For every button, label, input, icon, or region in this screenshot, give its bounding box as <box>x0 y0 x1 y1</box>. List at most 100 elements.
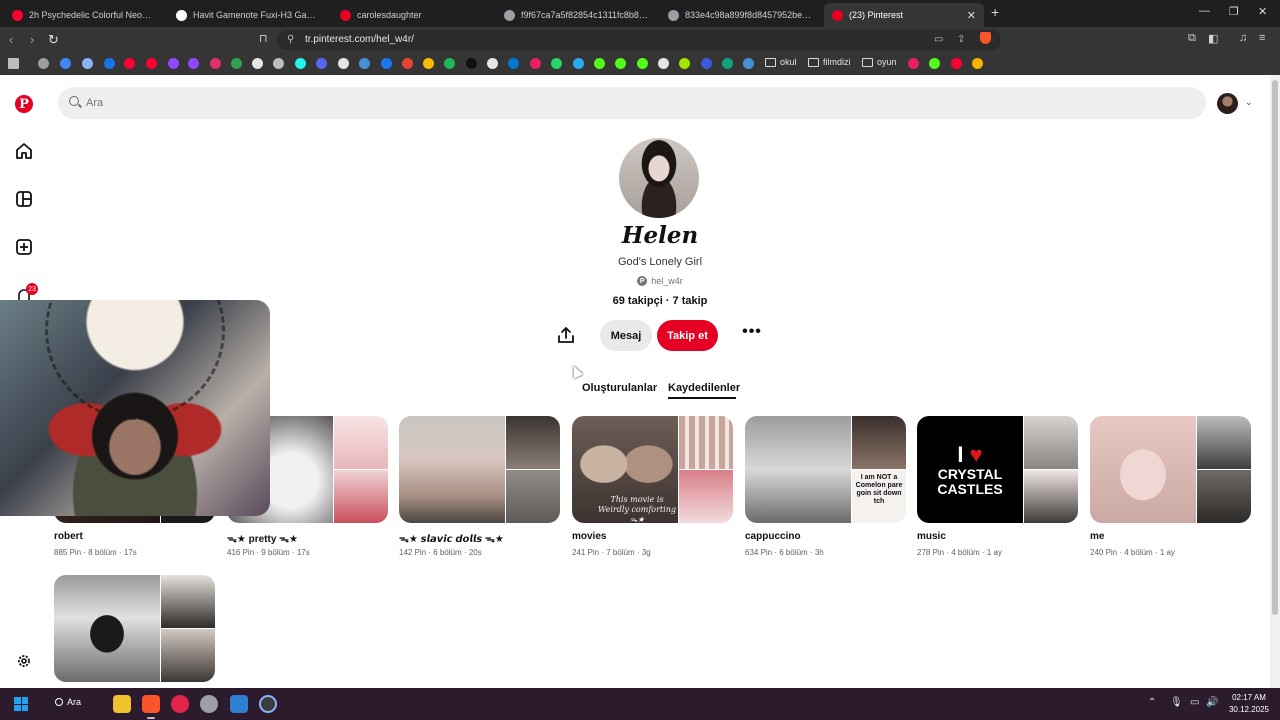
share-page-icon[interactable]: ⇪ <box>957 34 965 45</box>
search-input[interactable] <box>86 93 1186 113</box>
board-cover[interactable]: I ♥ CRYSTAL CASTLES <box>917 416 1078 523</box>
create-button[interactable] <box>13 236 35 258</box>
settings-button[interactable] <box>13 650 35 672</box>
sidebar-icon[interactable]: ◧ <box>1208 32 1218 45</box>
bookmark-folder-okul[interactable]: okul <box>765 57 797 67</box>
board-card[interactable]: I am NOT a Comelon pare goin sit down tc… <box>745 416 906 557</box>
obs-icon[interactable] <box>259 695 277 713</box>
board-card[interactable]: me 240 Pin · 4 bölüm · 1 ay <box>1090 416 1251 557</box>
github-bookmark-icon[interactable] <box>487 58 498 69</box>
photos-icon[interactable] <box>230 695 248 713</box>
maximize-button[interactable]: ❐ <box>1229 5 1239 18</box>
edge-bookmark-icon[interactable] <box>508 58 519 69</box>
board-card[interactable]: ᯓ★ 𝙨𝙡𝙖𝙫𝙞𝙘 𝙙𝙤𝙡𝙡𝙨 ᯓ★ 142 Pin · 6 bölüm · 2… <box>399 416 560 557</box>
cast-icon[interactable]: ▭ <box>934 34 943 45</box>
kick-bookmark-icon[interactable] <box>594 58 605 69</box>
bookmark-icon[interactable] <box>530 58 541 69</box>
network-icon[interactable]: ▭ <box>1190 697 1199 708</box>
account-avatar[interactable] <box>1217 93 1238 114</box>
spotify-bookmark-icon[interactable] <box>444 58 455 69</box>
browser-tab-active[interactable]: (23) Pinterest ✕ <box>824 3 984 27</box>
browser-tab[interactable]: 833e4c98a899f8d8457952be62745b... <box>660 3 820 27</box>
capcut-bookmark-icon[interactable] <box>338 58 349 69</box>
chevron-down-icon[interactable]: ⌄ <box>1245 97 1253 108</box>
bookmark-icon[interactable] <box>701 58 712 69</box>
media-icon[interactable]: ♫ <box>1239 32 1247 44</box>
tiktok-bookmark-icon[interactable] <box>295 58 306 69</box>
windows-start-icon[interactable] <box>14 697 28 711</box>
board-cover[interactable]: I am NOT a Comelon pare goin sit down tc… <box>745 416 906 523</box>
url-bar[interactable]: ⚲ tr.pinterest.com/hel_w4r/ ▭ ⇪ <box>277 30 1001 50</box>
back-arrow-icon[interactable]: ‹ <box>9 32 13 47</box>
volume-icon[interactable]: 🔊 <box>1206 697 1218 708</box>
x-bookmark-icon[interactable] <box>252 58 263 69</box>
forward-arrow-icon[interactable]: › <box>30 32 34 47</box>
browser-tab[interactable]: carolesdaughter <box>332 3 492 27</box>
bookmark-icon[interactable] <box>273 58 284 69</box>
share-button[interactable] <box>556 325 576 345</box>
bookmark-icon[interactable] <box>743 58 754 69</box>
twitch-bookmark-icon[interactable] <box>168 58 179 69</box>
whatsapp-bookmark-icon[interactable] <box>551 58 562 69</box>
board-cover[interactable] <box>1090 416 1251 523</box>
bookmark-folder-filmdizi[interactable]: filmdizi <box>808 57 851 67</box>
board-card[interactable]: I ♥ CRYSTAL CASTLES music 278 Pin · 4 bö… <box>917 416 1078 557</box>
instagram-bookmark-icon[interactable] <box>210 58 221 69</box>
board-card[interactable]: This movie is Weirdly comforting ᯓ★ movi… <box>572 416 733 557</box>
youtube-music-bookmark-icon[interactable] <box>146 58 157 69</box>
board-cover[interactable] <box>54 575 215 682</box>
bookmark-icon[interactable] <box>359 58 370 69</box>
browser-tab[interactable]: f9f67ca7a5f82854c1311fc8b8fb9629... <box>496 3 656 27</box>
gemini-bookmark-icon[interactable] <box>104 58 115 69</box>
minimize-button[interactable]: — <box>1199 5 1210 17</box>
tab-saved[interactable]: Kaydedilenler <box>668 382 740 394</box>
youtube-bookmark-icon[interactable] <box>951 58 962 69</box>
media-player-icon[interactable] <box>171 695 189 713</box>
browser-tab[interactable]: Havit Gamenote Fuxi-H3 Gaming Oy <box>168 3 328 27</box>
telegram-bookmark-icon[interactable] <box>573 58 584 69</box>
bookmark-icon[interactable] <box>231 58 242 69</box>
discord-bookmark-icon[interactable] <box>316 58 327 69</box>
page-scrollbar-thumb[interactable] <box>1272 80 1278 615</box>
google-bookmark-icon[interactable] <box>60 58 71 69</box>
chatgpt-bookmark-icon[interactable] <box>82 58 93 69</box>
bookmark-folder-oyun[interactable]: oyun <box>862 57 897 67</box>
tab-created[interactable]: Oluşturulanlar <box>582 382 657 394</box>
site-settings-icon[interactable]: ⚲ <box>287 34 294 45</box>
app-icon[interactable] <box>200 695 218 713</box>
pinterest-logo[interactable]: P <box>13 93 35 115</box>
brave-shield-icon[interactable] <box>980 32 991 44</box>
bookmark-icon[interactable] <box>381 58 392 69</box>
taskbar-search[interactable]: Ara <box>55 697 81 707</box>
menu-icon[interactable]: ≡ <box>1259 32 1265 44</box>
browser-tab[interactable]: 2h Psychedelic Colorful Neon Backg <box>4 3 164 27</box>
follow-button[interactable]: Takip et <box>657 320 718 351</box>
file-explorer-icon[interactable] <box>113 695 131 713</box>
gmail-bookmark-icon[interactable] <box>402 58 413 69</box>
board-cover[interactable]: This movie is Weirdly comforting ᯓ★ <box>572 416 733 523</box>
extensions-icon[interactable]: ⧉ <box>1188 32 1196 45</box>
follower-stats[interactable]: 69 takipçi · 7 takip <box>540 295 780 307</box>
bookmark-icon[interactable] <box>679 58 690 69</box>
twitch-bookmark-icon[interactable] <box>188 58 199 69</box>
kick-bookmark-icon[interactable] <box>615 58 626 69</box>
history-icon[interactable] <box>38 58 49 69</box>
new-tab-button[interactable]: + <box>991 4 999 20</box>
taskbar-clock[interactable]: 02:17 AM 30.12.2025 <box>1224 692 1274 716</box>
apps-grid-icon[interactable] <box>8 58 19 69</box>
bookmark-icon[interactable] <box>658 58 669 69</box>
bookmark-icon[interactable] <box>722 58 733 69</box>
kick-bookmark-icon[interactable] <box>637 58 648 69</box>
youtube-bookmark-icon[interactable] <box>124 58 135 69</box>
brave-browser-icon[interactable] <box>142 695 160 713</box>
close-tab-icon[interactable]: ✕ <box>967 9 976 22</box>
star-bookmark-icon[interactable] <box>972 58 983 69</box>
kick-bookmark-icon[interactable] <box>929 58 940 69</box>
microphone-icon[interactable]: 🎙 <box>1170 697 1183 708</box>
reload-icon[interactable]: ↻ <box>48 32 59 48</box>
close-window-button[interactable]: ✕ <box>1258 5 1267 18</box>
board-cover[interactable] <box>399 416 560 523</box>
bookmark-icon[interactable] <box>466 58 477 69</box>
bookmark-icon[interactable]: ⊓ <box>259 32 268 45</box>
board-card[interactable] <box>54 575 215 682</box>
